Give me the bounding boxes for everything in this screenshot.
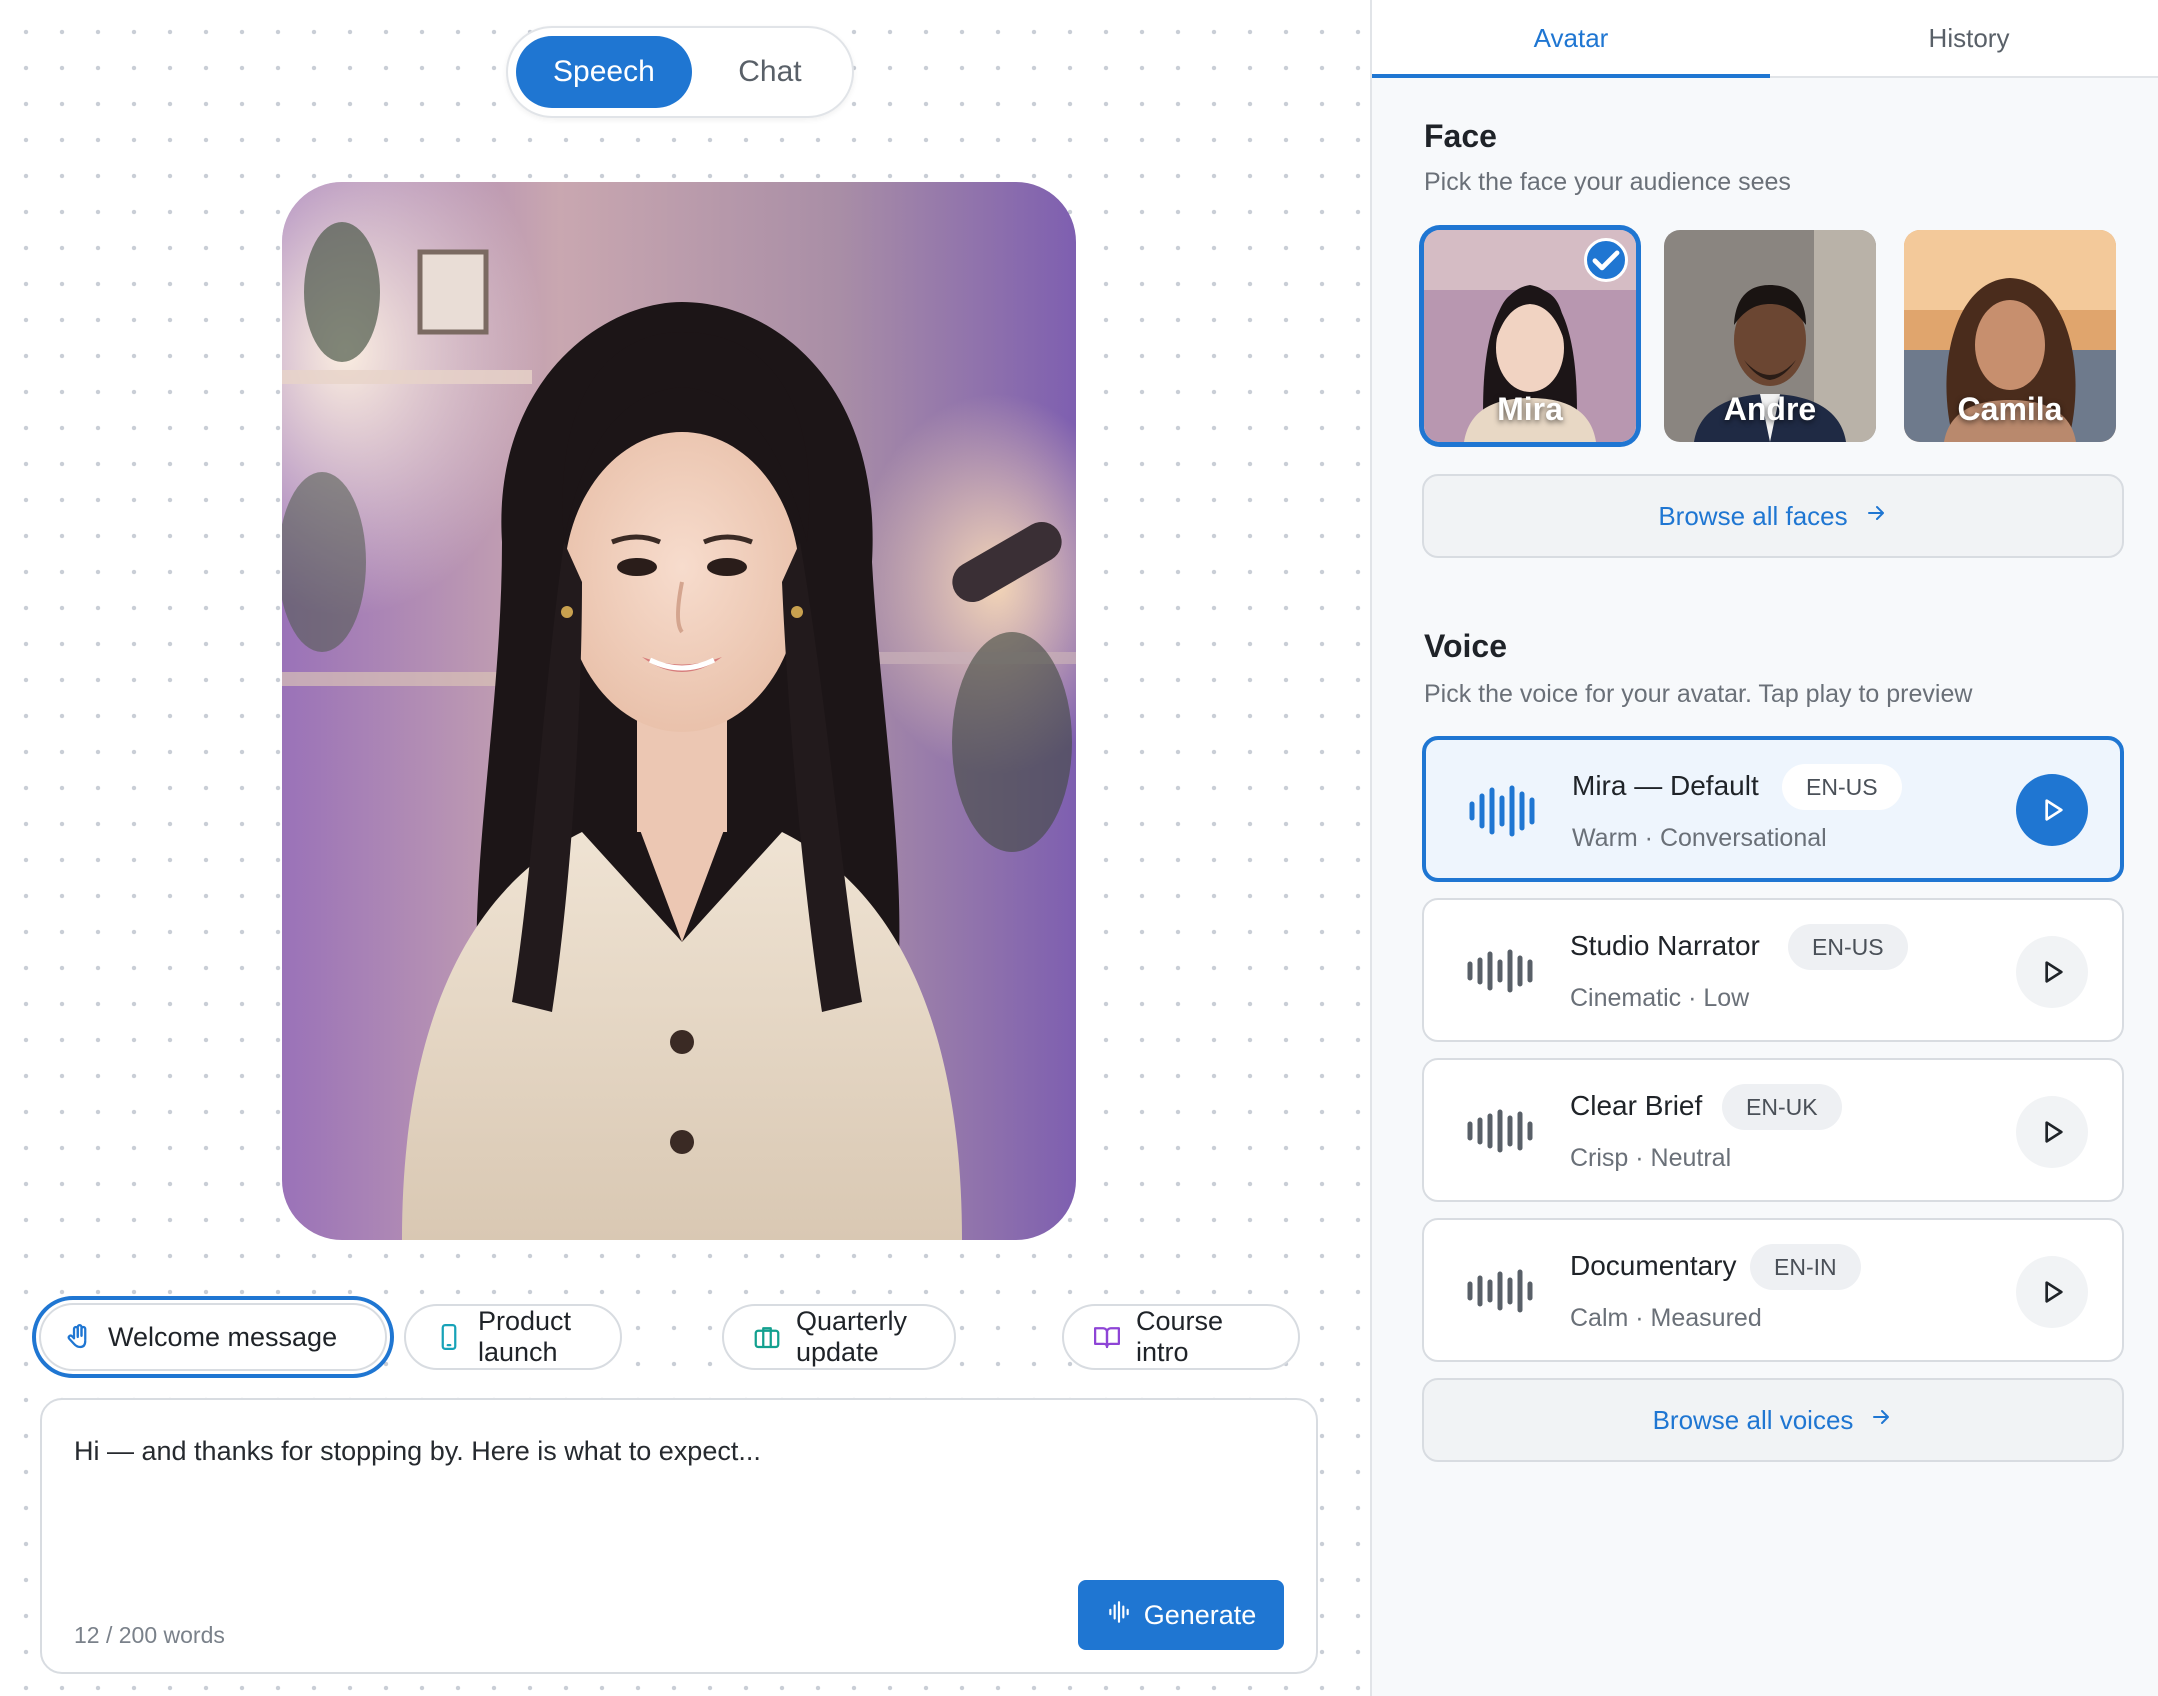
face-name: Mira (1497, 391, 1563, 427)
word-count: 12 / 200 words (74, 1622, 225, 1648)
arrow-right-icon (1869, 1405, 1893, 1436)
avatar-canvas: Speech Chat Welcome message Product laun… (0, 0, 1370, 1696)
voice-description: Warm · Conversational (1572, 824, 1827, 852)
locale-badge: EN-US (1788, 924, 1908, 970)
face-card-camila[interactable]: Camila (1904, 230, 2116, 442)
voice-name: Studio Narrator (1570, 930, 1760, 961)
preset-course-intro[interactable]: Course intro (1062, 1304, 1300, 1370)
preset-welcome-message[interactable]: Welcome message (32, 1296, 394, 1378)
face-card-mira[interactable]: Mira (1424, 230, 1636, 442)
voice-item-clear-brief[interactable]: Clear Brief EN-UK Crisp · Neutral (1422, 1058, 2124, 1202)
face-section-subtitle: Pick the face your audience sees (1424, 168, 1791, 196)
chat-mode-button[interactable]: Chat (696, 36, 844, 108)
preset-label: Quarterly update (796, 1306, 908, 1367)
browse-faces-button[interactable]: Browse all faces (1422, 474, 2124, 558)
preset-quarterly-update[interactable]: Quarterly update (722, 1304, 956, 1370)
browse-voices-label: Browse all voices (1652, 1404, 1854, 1435)
briefcase-icon (752, 1322, 782, 1352)
play-preview-button[interactable] (2016, 936, 2088, 1008)
browse-faces-label: Browse all faces (1658, 500, 1848, 531)
speech-mode-button[interactable]: Speech (516, 36, 692, 108)
voice-name: Documentary (1570, 1250, 1737, 1281)
check-icon (1584, 238, 1628, 282)
voice-section-title: Voice (1424, 628, 1507, 664)
locale-badge: EN-UK (1722, 1084, 1842, 1130)
voice-name: Mira — Default (1572, 770, 1759, 801)
hand-wave-icon (64, 1322, 94, 1352)
locale-badge: EN-IN (1750, 1244, 1861, 1290)
waveform-icon (1467, 1269, 1533, 1313)
script-text[interactable]: Hi — and thanks for stopping by. Here is… (74, 1436, 761, 1467)
book-open-icon (1092, 1322, 1122, 1352)
preset-label: Course intro (1136, 1306, 1224, 1367)
voice-description: Crisp · Neutral (1570, 1144, 1732, 1172)
play-icon (2045, 1121, 2063, 1143)
play-preview-button[interactable] (2016, 774, 2088, 846)
voice-item-studio-narrator[interactable]: Studio Narrator EN-US Cinematic · Low (1422, 898, 2124, 1042)
play-icon (2045, 961, 2063, 983)
waveform-icon (1469, 785, 1535, 837)
voice-description: Calm · Measured (1570, 1304, 1762, 1332)
voice-section-subtitle: Pick the voice for your avatar. Tap play… (1424, 680, 1973, 708)
voice-item-mira-default[interactable]: Mira — Default EN-US Warm · Conversation… (1422, 736, 2124, 882)
face-card-andre[interactable]: Andre (1664, 230, 1876, 442)
preset-label: Welcome message (108, 1321, 338, 1352)
face-name: Andre (1723, 391, 1817, 427)
face-picker: Mira Andre Camila (1424, 230, 2136, 450)
arrow-right-icon (1864, 501, 1888, 532)
voice-name: Clear Brief (1570, 1090, 1703, 1121)
play-icon (2045, 799, 2063, 821)
generate-label: Generate (1143, 1599, 1257, 1630)
browse-voices-button[interactable]: Browse all voices (1422, 1378, 2124, 1462)
face-section-title: Face (1424, 118, 1497, 154)
waveform-icon (1467, 949, 1533, 993)
tab-avatar[interactable]: Avatar (1372, 0, 1770, 78)
generate-button[interactable]: Generate (1078, 1580, 1284, 1650)
script-presets: Welcome message Product launch Quarterly… (32, 1296, 1332, 1378)
locale-badge: EN-US (1782, 764, 1902, 810)
settings-panel: Avatar History Face Pick the face your a… (1370, 0, 2158, 1696)
voice-item-documentary[interactable]: Documentary EN-IN Calm · Measured (1422, 1218, 2124, 1362)
panel-tabs: Avatar History (1372, 0, 2158, 78)
face-name: Camila (1957, 391, 2063, 427)
voice-description: Cinematic · Low (1570, 984, 1750, 1012)
preset-label: Product launch (478, 1306, 572, 1367)
preset-product-launch[interactable]: Product launch (404, 1304, 622, 1370)
phone-icon (434, 1322, 464, 1352)
waveform-icon (1106, 1599, 1132, 1632)
tab-history[interactable]: History (1770, 0, 2158, 76)
play-preview-button[interactable] (2016, 1096, 2088, 1168)
waveform-icon (1467, 1109, 1533, 1153)
mode-toggle: Speech Chat (506, 26, 854, 118)
play-icon (2045, 1281, 2063, 1303)
play-preview-button[interactable] (2016, 1256, 2088, 1328)
avatar-preview-image (282, 182, 1076, 1240)
script-editor[interactable]: Hi — and thanks for stopping by. Here is… (40, 1398, 1318, 1674)
